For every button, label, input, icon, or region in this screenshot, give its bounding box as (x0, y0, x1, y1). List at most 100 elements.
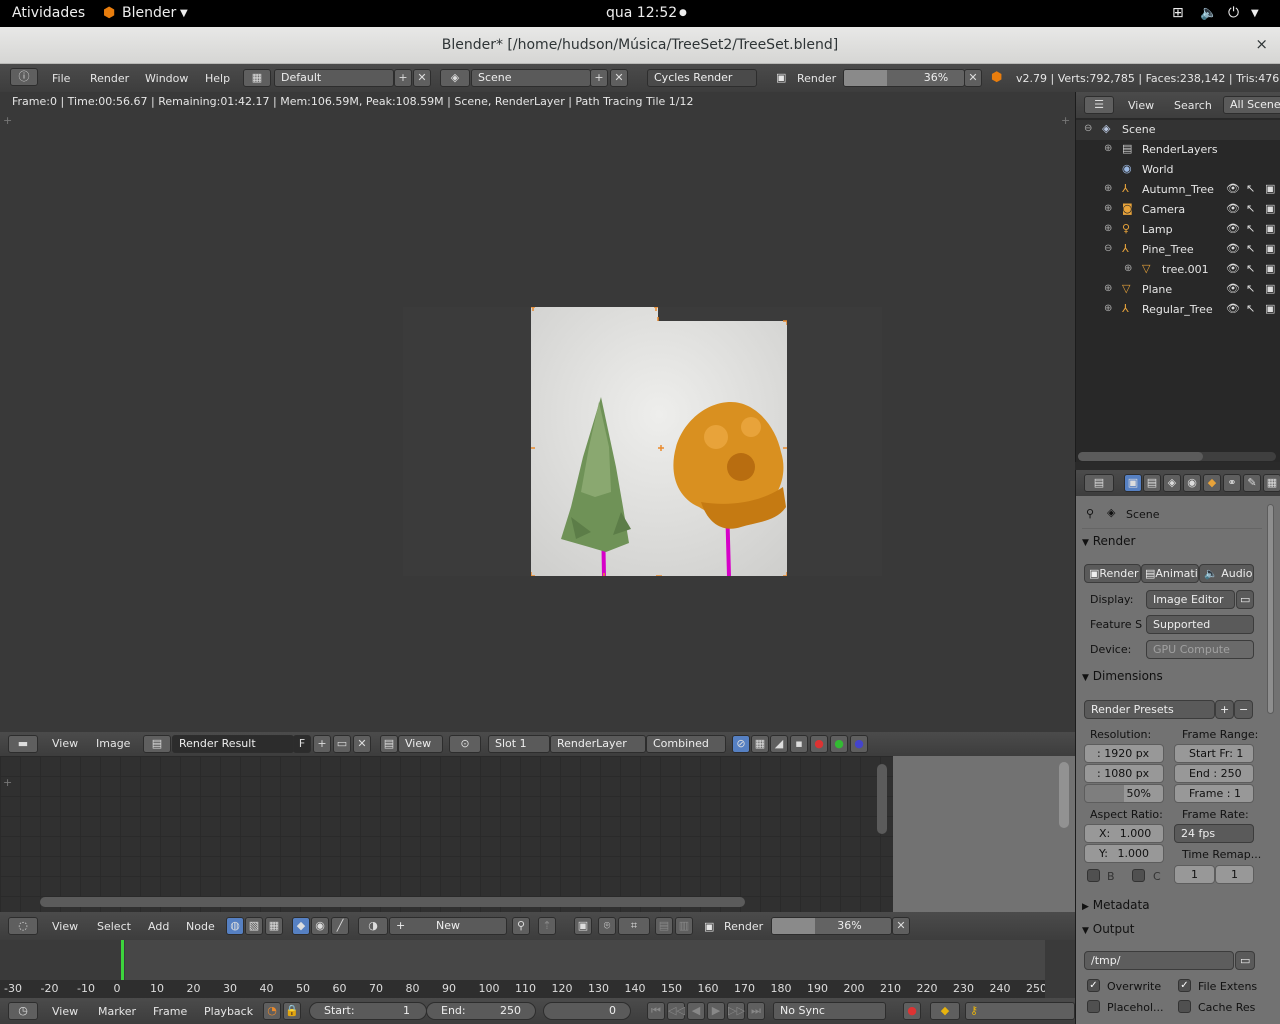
preview-range-icon[interactable]: ◔ (263, 1002, 281, 1020)
area-split-corner-icon[interactable]: + (3, 776, 12, 789)
expand-toggle-icon[interactable]: ⊕ (1104, 223, 1112, 234)
device-dropdown[interactable]: GPU Compute (1146, 640, 1254, 659)
cancel-render-button[interactable]: ✕ (964, 69, 982, 87)
screen-layout-icon[interactable]: ▦ (243, 69, 271, 87)
end-frame-prop-field[interactable]: End : 250 (1174, 764, 1254, 783)
visibility-eye-icon[interactable]: 👁 (1226, 302, 1240, 315)
draw-zbuffer-icon[interactable]: ◢ (770, 735, 788, 753)
lock-range-icon[interactable]: 🔒 (283, 1002, 301, 1020)
visibility-eye-icon[interactable]: 👁 (1226, 262, 1240, 275)
selectable-arrow-icon[interactable]: ↖ (1246, 282, 1255, 295)
editor-type-node-icon[interactable]: ◌ (8, 917, 38, 935)
linestyle-shader-icon[interactable]: ╱ (331, 917, 349, 935)
delete-layout-button[interactable]: ✕ (413, 69, 431, 87)
render-engine-dropdown[interactable]: Cycles Render (647, 69, 757, 87)
border-checkbox[interactable] (1087, 869, 1100, 882)
time-remap-old-field[interactable]: 1 (1174, 865, 1215, 884)
expand-toggle-icon[interactable]: ⊕ (1104, 303, 1112, 314)
outliner-item-camera[interactable]: ⊕ ◙ Camera 👁 ↖ ▣ (1076, 200, 1280, 220)
timeline-canvas[interactable]: -30 -20 -10 0 10 20 30 40 50 60 70 80 90 100 110 120 130… (0, 940, 1075, 998)
overwrite-checkbox[interactable]: ✓ (1087, 979, 1100, 992)
app-menu[interactable]: Blender (122, 5, 176, 21)
outliner-item-pine-tree[interactable]: ⊖ ⅄ Pine_Tree 👁 ↖ ▣ (1076, 240, 1280, 260)
crop-checkbox[interactable] (1132, 869, 1145, 882)
menu-help[interactable]: Help (205, 72, 230, 85)
paste-nodes-icon[interactable]: ▥ (675, 917, 693, 935)
outliner-item-plane[interactable]: ⊕ ▽ Plane 👁 ↖ ▣ (1076, 280, 1280, 300)
record-icon[interactable]: ● (903, 1002, 921, 1020)
render-panel-header[interactable]: ▼ Render (1082, 534, 1266, 556)
renderable-camera-icon[interactable]: ▣ (1265, 222, 1275, 235)
timeline-menu-playback[interactable]: Playback (204, 1005, 253, 1018)
output-panel-header[interactable]: ▼ Output (1082, 922, 1266, 944)
activities-button[interactable]: Atividades (12, 5, 85, 21)
add-preset-button[interactable]: + (1215, 700, 1234, 719)
expand-toggle-icon[interactable]: ⊕ (1104, 283, 1112, 294)
remove-preset-button[interactable]: − (1234, 700, 1253, 719)
new-image-button[interactable]: + (313, 735, 331, 753)
outliner-menu-search[interactable]: Search (1174, 99, 1212, 112)
delete-scene-button[interactable]: ✕ (610, 69, 628, 87)
backdrop-icon[interactable]: ▣ (574, 917, 592, 935)
texture-tree-icon[interactable]: ▦ (265, 917, 283, 935)
go-parent-icon[interactable]: ⇡ (538, 917, 556, 935)
display-fullscreen-toggle[interactable]: ▭ (1236, 590, 1254, 609)
feature-set-dropdown[interactable]: Supported (1146, 615, 1254, 634)
selectable-arrow-icon[interactable]: ↖ (1246, 262, 1255, 275)
open-image-folder-icon[interactable]: ▭ (333, 735, 351, 753)
render-button[interactable]: ▣Render (1084, 564, 1141, 583)
mode-view-icon[interactable]: ▤ (380, 735, 398, 753)
render-layers-tab-icon[interactable]: ▤ (1143, 474, 1161, 492)
display-dropdown[interactable]: Image Editor (1146, 590, 1235, 609)
green-channel-icon[interactable]: ● (830, 735, 848, 753)
cache-result-checkbox[interactable] (1178, 1000, 1191, 1013)
resolution-x-field[interactable]: : 1920 px (1084, 744, 1164, 763)
expand-toggle-icon[interactable]: ⊕ (1104, 143, 1112, 154)
menu-file[interactable]: File (52, 72, 70, 85)
network-icon[interactable]: ⊞ (1172, 5, 1184, 21)
browse-folder-icon[interactable]: ▭ (1235, 951, 1255, 970)
node-menu-add[interactable]: Add (148, 920, 169, 933)
scene-field[interactable]: Scene (471, 69, 591, 87)
close-window-button[interactable]: × (1255, 35, 1268, 53)
system-menu-chevron-icon[interactable]: ▼ (1251, 8, 1259, 19)
draw-channels-color-icon[interactable]: ⊘ (732, 735, 750, 753)
play-icon[interactable]: ▶ (707, 1002, 725, 1020)
editor-type-timeline-icon[interactable]: ◷ (8, 1002, 38, 1020)
aspect-x-field[interactable]: X: 1.000 (1084, 824, 1164, 843)
sidebar-scrollbar[interactable] (1059, 762, 1069, 828)
outliner-display-mode-dropdown[interactable]: All Scenes (1223, 96, 1280, 114)
frame-rate-dropdown[interactable]: 24 fps (1174, 824, 1254, 843)
render-presets-dropdown[interactable]: Render Presets (1084, 700, 1215, 719)
renderable-camera-icon[interactable]: ▣ (1265, 282, 1275, 295)
jump-keyframe-back-icon[interactable]: ◁◁ (667, 1002, 685, 1020)
object-tab-icon[interactable]: ◆ (1203, 474, 1221, 492)
play-reverse-icon[interactable]: ◀ (687, 1002, 705, 1020)
end-frame-field[interactable]: End: 250 (426, 1002, 536, 1020)
compositing-tree-icon[interactable]: ▧ (245, 917, 263, 935)
properties-scrollbar[interactable] (1267, 504, 1274, 714)
pivot-point-icon[interactable]: ⊙ (449, 735, 481, 753)
visibility-eye-icon[interactable]: 👁 (1226, 202, 1240, 215)
red-channel-icon[interactable]: ● (810, 735, 828, 753)
resolution-percentage-slider[interactable]: 50% (1084, 784, 1164, 803)
aspect-y-field[interactable]: Y: 1.000 (1084, 844, 1164, 863)
timeline-menu-frame[interactable]: Frame (153, 1005, 187, 1018)
selectable-arrow-icon[interactable]: ↖ (1246, 302, 1255, 315)
area-separator[interactable] (1075, 462, 1280, 470)
outliner-menu-view[interactable]: View (1128, 99, 1154, 112)
animation-button[interactable]: ▤Animati (1141, 564, 1199, 583)
timeline-playhead[interactable] (121, 940, 124, 980)
unlink-image-button[interactable]: ✕ (353, 735, 371, 753)
selectable-arrow-icon[interactable]: ↖ (1246, 182, 1255, 195)
world-shader-icon[interactable]: ◉ (311, 917, 329, 935)
file-extensions-checkbox[interactable]: ✓ (1178, 979, 1191, 992)
resolution-y-field[interactable]: : 1080 px (1084, 764, 1164, 783)
fake-user-toggle[interactable]: F (293, 735, 311, 753)
material-browse-icon[interactable]: ◑ (358, 917, 388, 935)
menu-render[interactable]: Render (90, 72, 129, 85)
editor-type-image-icon[interactable]: ▬ (8, 735, 38, 753)
outliner-item-regular-tree[interactable]: ⊕ ⅄ Regular_Tree 👁 ↖ ▣ (1076, 300, 1280, 320)
area-split-corner-icon[interactable]: + (1061, 114, 1070, 127)
outliner-scrollbar[interactable] (1078, 452, 1276, 461)
